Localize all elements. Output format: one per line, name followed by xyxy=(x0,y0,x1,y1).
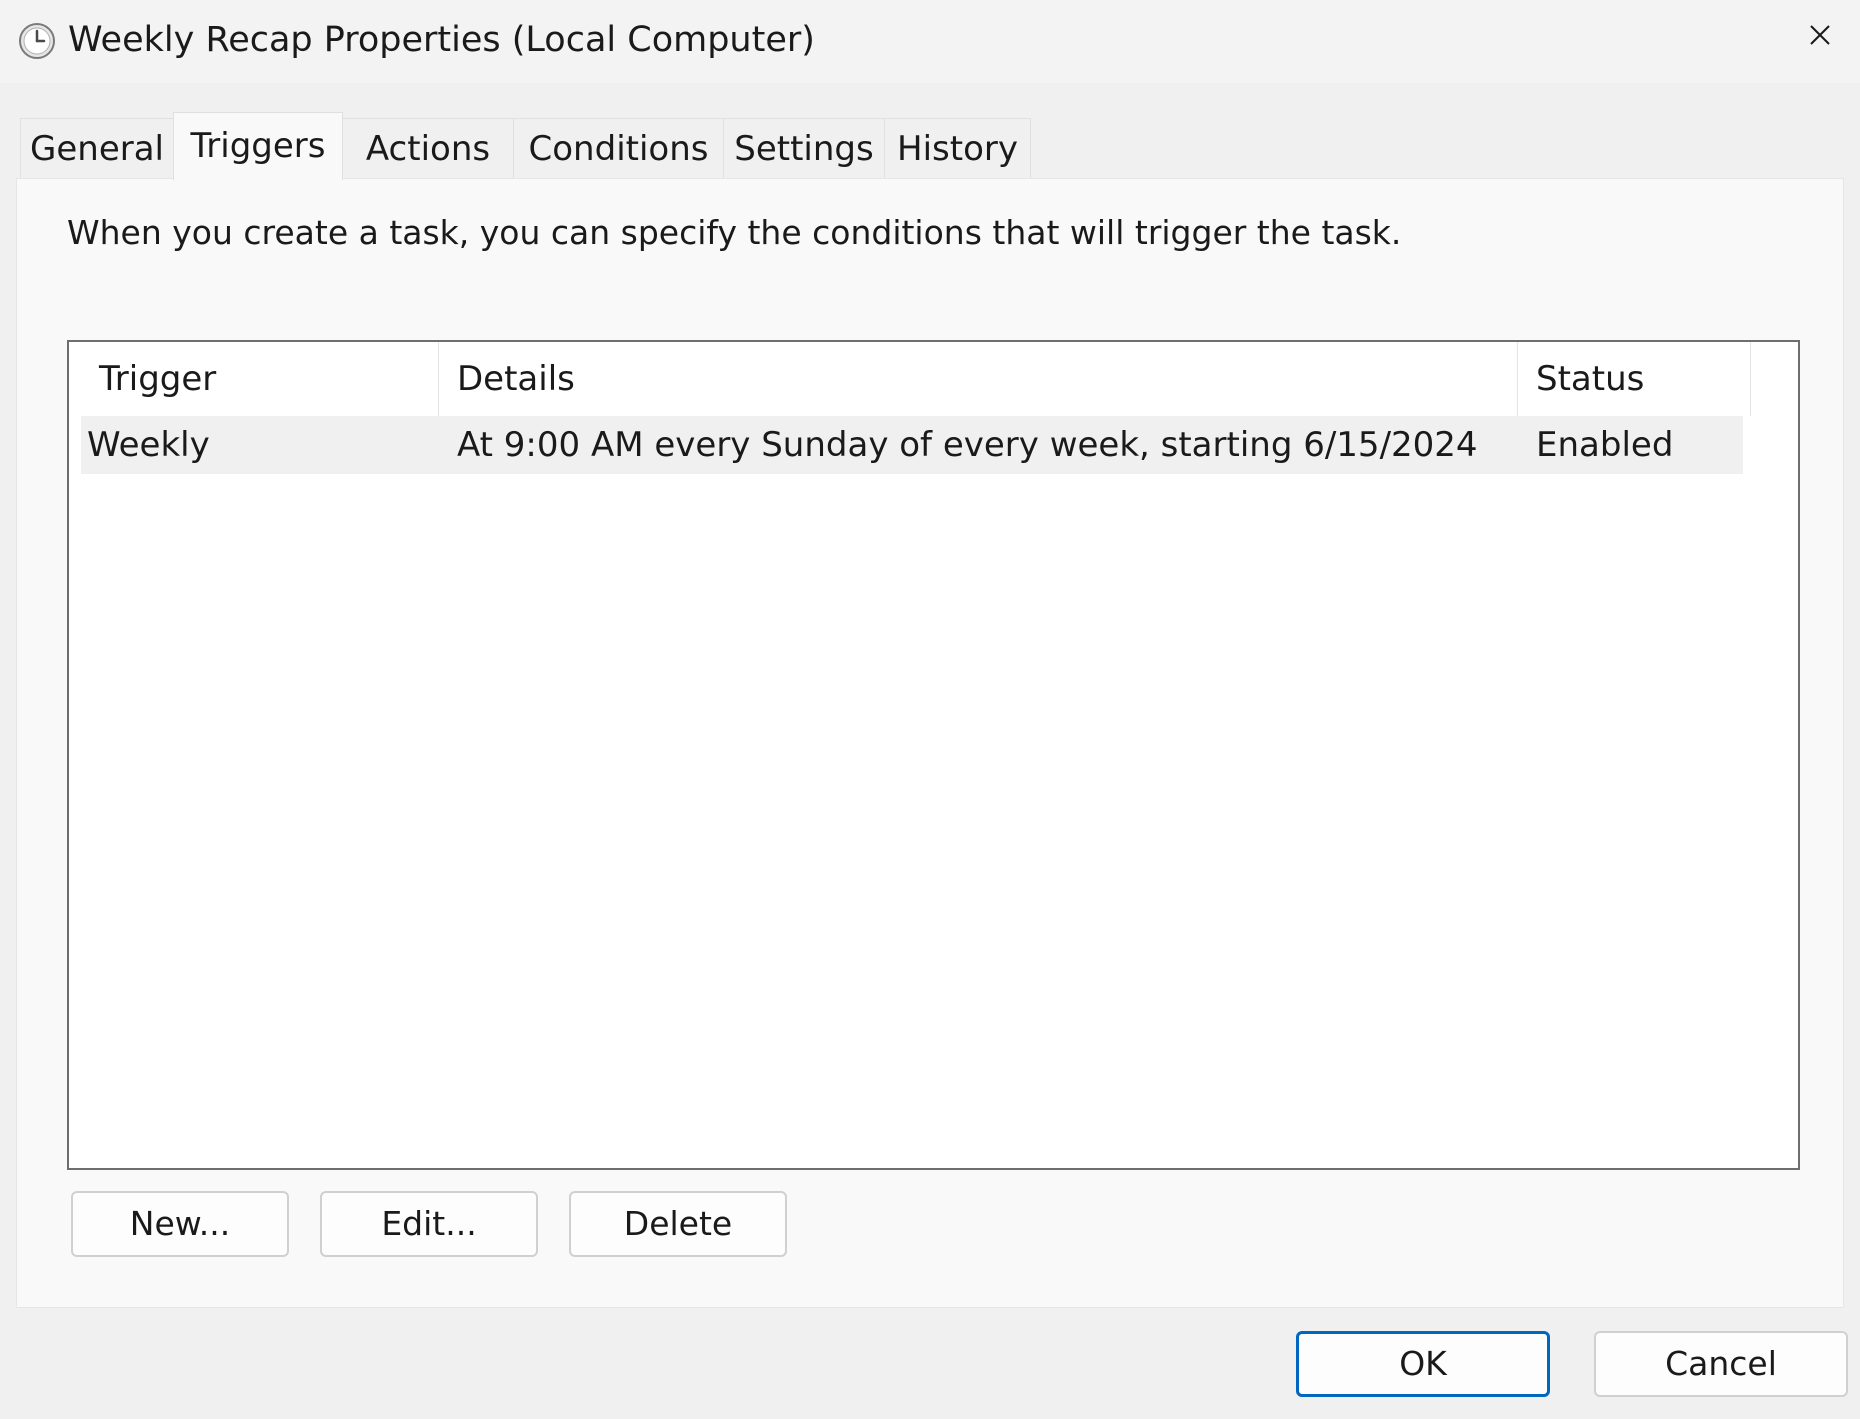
cell-details: At 9:00 AM every Sunday of every week, s… xyxy=(457,425,1478,465)
tab-actions[interactable]: Actions xyxy=(342,118,514,178)
close-icon xyxy=(1810,25,1830,45)
tab-settings[interactable]: Settings xyxy=(723,118,885,178)
clock-icon xyxy=(19,23,55,59)
column-header-status[interactable]: Status xyxy=(1518,342,1751,416)
close-button[interactable] xyxy=(1780,0,1860,70)
table-row[interactable]: Weekly At 9:00 AM every Sunday of every … xyxy=(81,416,1743,474)
task-properties-dialog: Weekly Recap Properties (Local Computer)… xyxy=(0,0,1860,1419)
intro-text: When you create a task, you can specify … xyxy=(67,213,1402,252)
column-header-trigger[interactable]: Trigger xyxy=(81,342,439,416)
title-bar: Weekly Recap Properties (Local Computer) xyxy=(0,0,1860,83)
triggers-panel: When you create a task, you can specify … xyxy=(16,178,1844,1308)
edit-trigger-button[interactable]: Edit... xyxy=(320,1191,538,1257)
tab-history[interactable]: History xyxy=(884,118,1031,178)
tab-triggers[interactable]: Triggers xyxy=(173,112,343,180)
delete-trigger-button[interactable]: Delete xyxy=(569,1191,787,1257)
window-title: Weekly Recap Properties (Local Computer) xyxy=(68,20,815,60)
cell-status: Enabled xyxy=(1536,425,1674,465)
cell-trigger: Weekly xyxy=(87,425,210,465)
triggers-list[interactable]: Trigger Details Status Weekly At 9:00 AM… xyxy=(67,340,1800,1170)
ok-button[interactable]: OK xyxy=(1296,1331,1550,1397)
new-trigger-button[interactable]: New... xyxy=(71,1191,289,1257)
tab-conditions[interactable]: Conditions xyxy=(513,118,724,178)
cancel-button[interactable]: Cancel xyxy=(1594,1331,1848,1397)
column-header-details[interactable]: Details xyxy=(439,342,1518,416)
tab-general[interactable]: General xyxy=(20,118,174,178)
